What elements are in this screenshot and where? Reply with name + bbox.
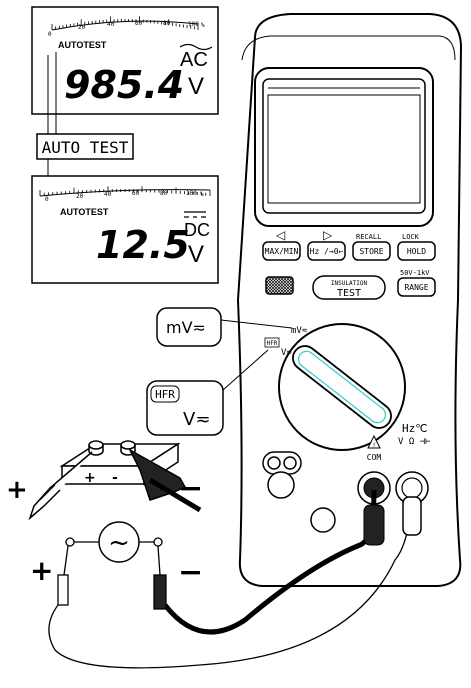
ac-source: ~ bbox=[65, 521, 163, 563]
small-jack-pair[interactable] bbox=[262, 451, 302, 475]
max-min-label: MAX/MIN bbox=[265, 247, 299, 256]
mode-label-bottom: AUTOTEST bbox=[60, 207, 109, 217]
ac-source-symbol: ~ bbox=[108, 528, 130, 558]
hold-button[interactable]: HOLD bbox=[397, 241, 436, 261]
callout-v-label: V≂ bbox=[183, 409, 210, 430]
display-bottom: 0 20 40 60 80 100 % AUTOTEST 12.5 DC V bbox=[31, 175, 219, 284]
recall-label: RECALL bbox=[356, 233, 381, 241]
scale-tick-label: 80 bbox=[160, 190, 168, 197]
battery-minus-label: - bbox=[112, 470, 118, 486]
com-label: COM bbox=[367, 453, 382, 462]
unit-bottom: V bbox=[188, 241, 204, 268]
unit-mode-top: AC bbox=[180, 49, 208, 71]
lock-label: LOCK bbox=[402, 233, 420, 241]
scale-tick-label: 100 bbox=[186, 190, 197, 197]
source-probe-minus-sign: − bbox=[178, 555, 203, 590]
hz-temp-label: Hz℃ bbox=[402, 422, 428, 435]
insulation-test-button[interactable]: INSULATION TEST bbox=[312, 275, 386, 300]
test-label: TEST bbox=[337, 288, 361, 299]
meter-body bbox=[236, 13, 463, 587]
auto-test-label: AUTO TEST bbox=[42, 138, 129, 157]
range-button[interactable]: RANGE bbox=[397, 277, 436, 297]
hold-label: HOLD bbox=[407, 247, 426, 256]
scale-tick-label: 60 bbox=[132, 190, 140, 197]
v-ohm-label: V Ω ⊣⊢ bbox=[398, 437, 431, 447]
dial-mv-label: mV≂ bbox=[291, 326, 308, 336]
callout-hfr-label: HFR bbox=[155, 388, 175, 401]
battery-plus-label: + bbox=[84, 470, 96, 486]
scale-tick-label: 0 bbox=[45, 196, 49, 203]
scale-tick-label: 60 bbox=[135, 20, 143, 27]
arrow-right-label: ▷ bbox=[323, 228, 333, 242]
battery-probe-minus-sign: − bbox=[178, 471, 203, 506]
source-probe-negative: − bbox=[153, 545, 203, 610]
range-label: RANGE bbox=[404, 283, 428, 292]
insulation-label: INSULATION bbox=[331, 280, 368, 287]
source-probe-positive: + bbox=[30, 545, 69, 606]
scale-tick-label: 100 bbox=[188, 21, 199, 28]
mode-label-top: AUTOTEST bbox=[58, 40, 107, 50]
store-label: STORE bbox=[359, 247, 383, 256]
max-min-button[interactable]: MAX/MIN bbox=[262, 241, 301, 261]
warning-mark: ! bbox=[372, 442, 376, 449]
aux-socket[interactable] bbox=[267, 471, 295, 499]
unit-top: V bbox=[188, 73, 204, 100]
unit-mode-bottom: DC bbox=[184, 220, 210, 240]
scale-tick-label: 0 bbox=[48, 31, 52, 38]
rotary-dial[interactable] bbox=[278, 323, 406, 451]
display-top: 0 20 40 60 80 100 % AUTOTEST 985.4 AC V bbox=[31, 6, 219, 115]
scale-tick-label: 20 bbox=[78, 24, 86, 31]
pattern-button[interactable] bbox=[265, 276, 294, 295]
battery-probe-plus-sign: + bbox=[6, 475, 28, 505]
arrow-left-label: ◁ bbox=[275, 228, 285, 242]
callout-mv-label: mV≂ bbox=[166, 318, 206, 337]
reading-top: 985.4 bbox=[64, 63, 184, 107]
scale-tick-label: 40 bbox=[104, 191, 112, 198]
center-socket[interactable] bbox=[310, 507, 336, 533]
scale-tick-label: 40 bbox=[107, 21, 115, 28]
store-button[interactable]: STORE bbox=[352, 241, 391, 261]
multimeter-diagram: 0 20 40 60 80 100 % AUTOTEST 985.4 AC V … bbox=[6, 6, 463, 669]
scale-tick-label: % bbox=[200, 191, 204, 198]
reading-bottom: 12.5 bbox=[96, 223, 190, 267]
hz-label: Hz /→0← bbox=[310, 247, 344, 256]
dial-hfr-label: HFR bbox=[267, 340, 278, 347]
range-top-label: 50V-1kV bbox=[400, 269, 430, 277]
scale-tick-label: % bbox=[201, 22, 205, 29]
source-probe-plus-sign: + bbox=[30, 554, 53, 587]
scale-tick-label: 20 bbox=[76, 193, 84, 200]
scale-tick-label: 80 bbox=[163, 20, 171, 27]
hz-button[interactable]: Hz /→0← bbox=[307, 241, 346, 261]
dial-v-label: V≂ bbox=[281, 348, 292, 358]
